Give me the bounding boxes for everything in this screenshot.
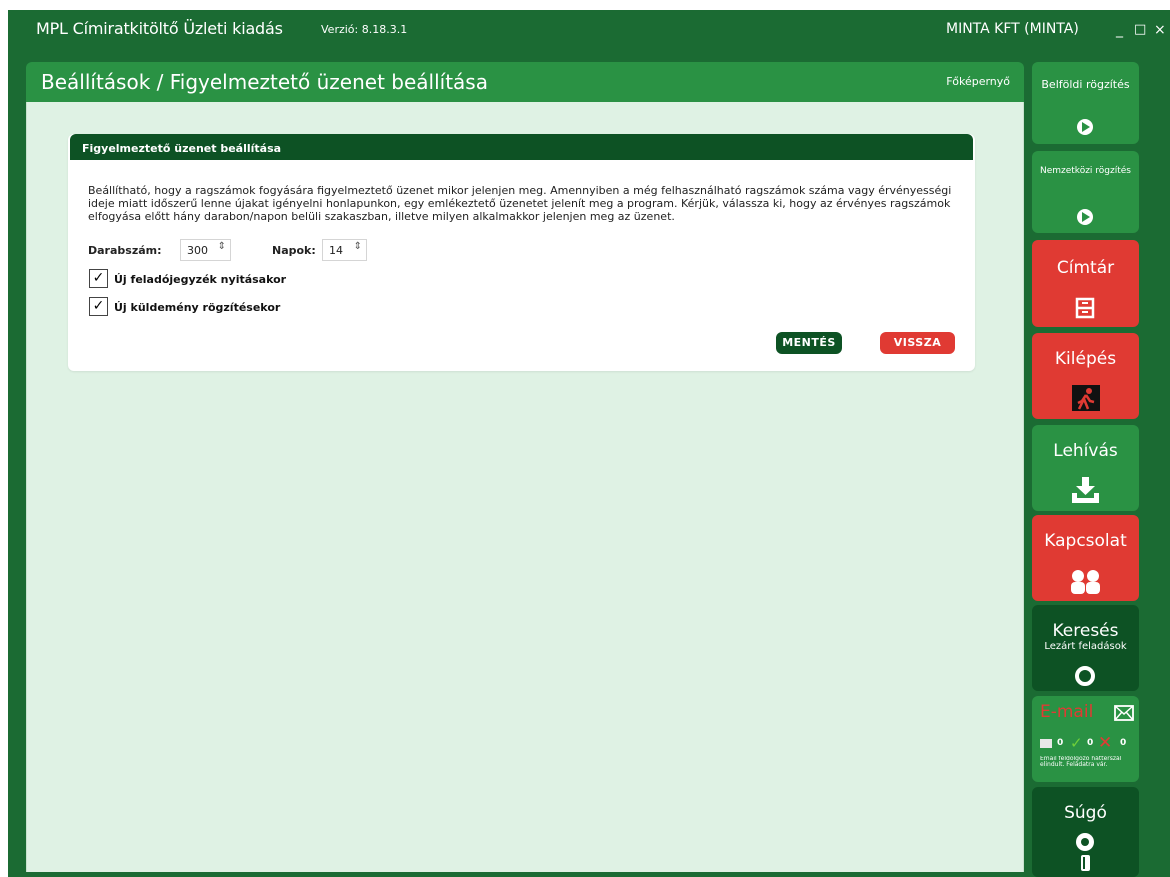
title-bar: MPL Címiratkitöltő Üzleti kiadás Verzió:… xyxy=(8,10,1170,50)
tile-domestic-label: Belföldi rögzítés xyxy=(1041,78,1130,91)
spinner-arrows-icon[interactable]: ⇕ xyxy=(354,242,362,252)
play-icon xyxy=(1077,119,1093,135)
tile-fetch[interactable]: Lehívás xyxy=(1032,425,1139,511)
success-check-icon: ✓ xyxy=(1070,734,1083,752)
checkbox-new-sender-list-label: Új feladójegyzék nyitásakor xyxy=(114,273,287,286)
panel-title: Figyelmeztető üzenet beállítása xyxy=(70,134,973,160)
page-title: Beállítások / Figyelmeztető üzenet beáll… xyxy=(41,70,488,94)
tile-search-sub-label: Lezárt feladások xyxy=(1044,641,1127,652)
back-button[interactable]: VISSZA xyxy=(880,332,955,354)
users-icon xyxy=(1071,570,1100,594)
tile-exit[interactable]: Kilépés xyxy=(1032,333,1139,419)
email-success-count: 0 xyxy=(1087,738,1094,748)
error-x-icon: ✕ xyxy=(1098,733,1113,753)
company-name: MINTA KFT (MINTA) xyxy=(946,21,1079,37)
home-link[interactable]: Főképernyő xyxy=(946,75,1010,88)
panel-description: Beállítható, hogy a ragszámok fogyására … xyxy=(88,184,952,223)
days-value: 14 xyxy=(329,244,343,257)
tile-exit-label: Kilépés xyxy=(1054,349,1117,369)
info-icon xyxy=(1076,833,1094,871)
play-icon xyxy=(1077,209,1093,225)
email-received-count: 0 xyxy=(1057,738,1064,748)
tile-contact[interactable]: Kapcsolat xyxy=(1032,515,1139,601)
days-spinner[interactable]: 14 ⇕ xyxy=(322,239,367,261)
tile-help[interactable]: Súgó xyxy=(1032,787,1139,877)
count-label: Darabszám: xyxy=(88,244,162,257)
app-title: MPL Címiratkitöltő Üzleti kiadás xyxy=(36,19,283,38)
checkbox-new-sender-list[interactable]: ✓ xyxy=(89,269,108,288)
settings-panel: Figyelmeztető üzenet beállítása Beállíth… xyxy=(68,134,975,371)
checkbox-new-shipment[interactable]: ✓ xyxy=(89,297,108,316)
cabinet-icon xyxy=(1075,297,1095,319)
maximize-button[interactable]: □ xyxy=(1134,22,1146,37)
tile-directory[interactable]: Címtár xyxy=(1032,240,1139,327)
page-header: Beállítások / Figyelmeztető üzenet beáll… xyxy=(26,62,1024,102)
email-status-text: Email feldolgozó háttérszál elindult. Fe… xyxy=(1040,756,1122,768)
count-spinner[interactable]: 300 ⇕ xyxy=(180,239,231,261)
spinner-arrows-icon[interactable]: ⇕ xyxy=(218,242,226,252)
days-label: Napok: xyxy=(272,244,316,257)
email-error-count: 0 xyxy=(1120,738,1127,748)
save-button[interactable]: MENTÉS xyxy=(776,332,842,354)
tile-email-label: E-mail xyxy=(1040,702,1094,722)
tile-email[interactable]: E-mail 0 ✓ 0 ✕ 0 Email feldolgozó háttér… xyxy=(1032,696,1139,782)
tile-contact-label: Kapcsolat xyxy=(1044,531,1127,551)
tile-international-label: Nemzetközi rögzítés xyxy=(1039,166,1131,176)
tile-directory-label: Címtár xyxy=(1056,258,1115,278)
tile-fetch-label: Lehívás xyxy=(1053,441,1118,461)
tile-search-closed[interactable]: Keresés Lezárt feladások xyxy=(1032,605,1139,691)
count-value: 300 xyxy=(187,244,208,257)
app-window: MPL Címiratkitöltő Üzleti kiadás Verzió:… xyxy=(8,10,1170,877)
envelope-icon xyxy=(1114,705,1134,721)
tile-search-label: Keresés xyxy=(1052,621,1119,641)
tile-domestic-entry[interactable]: Belföldi rögzítés xyxy=(1032,62,1139,144)
check-icon: ✓ xyxy=(92,270,105,286)
tile-help-label: Súgó xyxy=(1064,803,1107,823)
tile-international-entry[interactable]: Nemzetközi rögzítés xyxy=(1032,151,1139,233)
search-icon xyxy=(1075,666,1095,686)
checkbox-new-shipment-label: Új küldemény rögzítésekor xyxy=(114,301,281,314)
app-version: Verzió: 8.18.3.1 xyxy=(321,23,408,36)
close-button[interactable]: × xyxy=(1154,22,1166,38)
minimize-button[interactable]: _ xyxy=(1116,22,1123,38)
download-icon xyxy=(1072,477,1099,503)
exit-icon xyxy=(1072,385,1100,411)
mail-icon xyxy=(1040,739,1052,748)
main-content: Figyelmeztető üzenet beállítása Beállíth… xyxy=(26,102,1024,872)
check-icon: ✓ xyxy=(92,298,105,314)
